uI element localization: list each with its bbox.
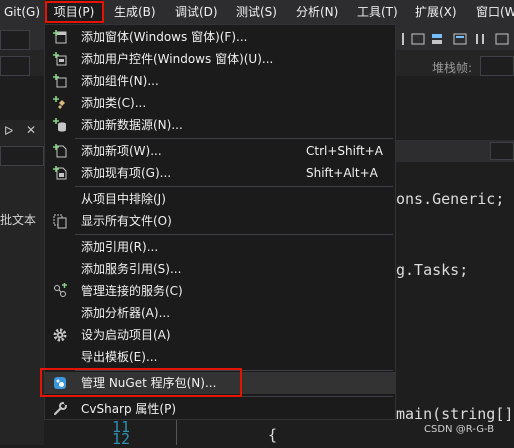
add-form-icon [53, 30, 67, 44]
menu-item-show-all-files[interactable]: 显示所有文件(O) [45, 210, 395, 232]
left-panel-text: 批文本 [0, 213, 37, 227]
left-panel-tabs: ᐅ ✕ [4, 123, 37, 138]
menu-item-add-class[interactable]: 添加类(C)... [45, 92, 395, 114]
menu-tools[interactable]: 工具(T) [357, 0, 398, 24]
left-combo-box-2[interactable] [0, 56, 30, 76]
watermark: CSDN @R-G-B [424, 424, 495, 435]
stack-frame-combo[interactable] [480, 56, 514, 76]
menu-separator [75, 138, 393, 139]
wrench-icon [53, 402, 67, 416]
left-combo-box[interactable] [0, 30, 30, 50]
member-dropdown[interactable] [490, 142, 514, 160]
add-component-icon [53, 74, 67, 88]
show-all-files-icon [53, 214, 67, 229]
menu-item-export-template[interactable]: 导出模板(E)... [45, 346, 395, 368]
menu-debug[interactable]: 调试(D) [175, 0, 218, 24]
highlight-nuget-item [40, 368, 242, 397]
add-existing-item-icon [53, 166, 67, 180]
menu-build[interactable]: 生成(B) [114, 0, 156, 24]
add-user-control-icon [53, 52, 67, 66]
menu-window[interactable]: 窗口(W [476, 0, 514, 24]
editor-margin-line [176, 420, 177, 445]
menu-item-project-properties[interactable]: CvSharp 属性(P) [45, 398, 395, 420]
gear-icon [53, 328, 67, 342]
connected-services-icon [54, 283, 67, 297]
code-line-brace: { [268, 426, 278, 444]
menu-item-add-new-item[interactable]: 添加新项(W)... Ctrl+Shift+A [45, 140, 395, 162]
add-data-source-icon [53, 118, 66, 132]
menu-item-add-reference[interactable]: 添加引用(R)... [45, 236, 395, 258]
stack-frame-label: 堆栈帧: [432, 61, 473, 75]
menu-item-set-startup-project[interactable]: 设为启动项目(A) [45, 324, 395, 346]
highlight-project-menu [45, 1, 104, 23]
menu-item-add-form[interactable]: 添加窗体(Windows 窗体)(F)... [45, 26, 395, 48]
menu-git[interactable]: Git(G) [4, 0, 40, 24]
menu-item-manage-connected-services[interactable]: 管理连接的服务(C) [45, 280, 395, 302]
menu-item-add-analyzer[interactable]: 添加分析器(A)... [45, 302, 395, 324]
menu-test[interactable]: 测试(S) [236, 0, 277, 24]
left-search-box[interactable] [0, 146, 44, 166]
line-number-12: 12 [112, 430, 131, 448]
menu-item-add-component[interactable]: 添加组件(N)... [45, 70, 395, 92]
add-new-item-icon [53, 144, 67, 158]
menu-item-exclude-from-project[interactable]: 从项目中排除(J) [45, 188, 395, 210]
menu-item-add-user-control[interactable]: 添加用户控件(Windows 窗体)(U)... [45, 48, 395, 70]
code-line-generic: ons.Generic; [396, 190, 505, 208]
code-line-tasks: g.Tasks; [396, 261, 469, 279]
menu-analyze[interactable]: 分析(N) [296, 0, 338, 24]
project-menu-dropdown: 添加窗体(Windows 窗体)(F)... 添加用户控件(Windows 窗体… [44, 24, 396, 420]
menu-item-add-service-reference[interactable]: 添加服务引用(S)... [45, 258, 395, 280]
add-class-icon [53, 96, 65, 109]
menu-item-add-data-source[interactable]: 添加新数据源(N)... [45, 114, 395, 136]
toolbar-icons-right[interactable] [398, 30, 514, 48]
code-line-main: main(string[] [396, 405, 514, 423]
menu-item-add-existing-item[interactable]: 添加现有项(G)... Shift+Alt+A [45, 162, 395, 184]
menu-separator [75, 186, 393, 187]
menu-extensions[interactable]: 扩展(X) [415, 0, 457, 24]
left-panel [0, 120, 44, 445]
menu-separator [75, 234, 393, 235]
